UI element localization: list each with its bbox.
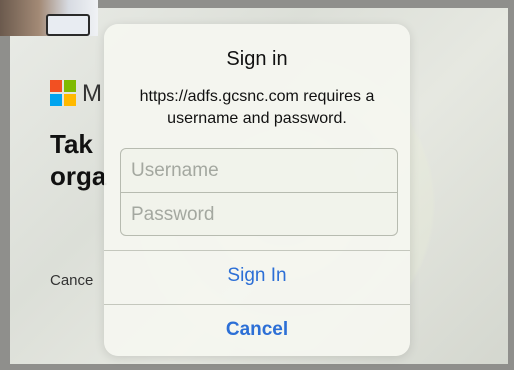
microsoft-logo-icon [50, 80, 76, 106]
background-cancel-link[interactable]: Cance [50, 272, 93, 289]
username-field[interactable] [121, 149, 397, 192]
divider [104, 250, 410, 251]
page-heading-partial: Tak orga [50, 128, 106, 192]
sign-in-button[interactable]: Sign In [104, 264, 410, 288]
heading-line-2: orga [50, 161, 107, 191]
camera-thumbnail [0, 0, 98, 36]
password-field[interactable] [121, 193, 397, 235]
brand-name-partial: M [82, 80, 102, 107]
tablet-image [46, 14, 90, 36]
credentials-fields [120, 148, 398, 236]
heading-line-1: Tak [50, 129, 93, 159]
divider [104, 304, 410, 305]
dialog-message: https://adfs.gcsnc.com requires a userna… [139, 88, 375, 127]
sign-in-dialog: Sign in https://adfs.gcsnc.com requires … [104, 24, 410, 356]
dialog-title: Sign in [226, 48, 288, 70]
cancel-button[interactable]: Cancel [104, 318, 410, 342]
